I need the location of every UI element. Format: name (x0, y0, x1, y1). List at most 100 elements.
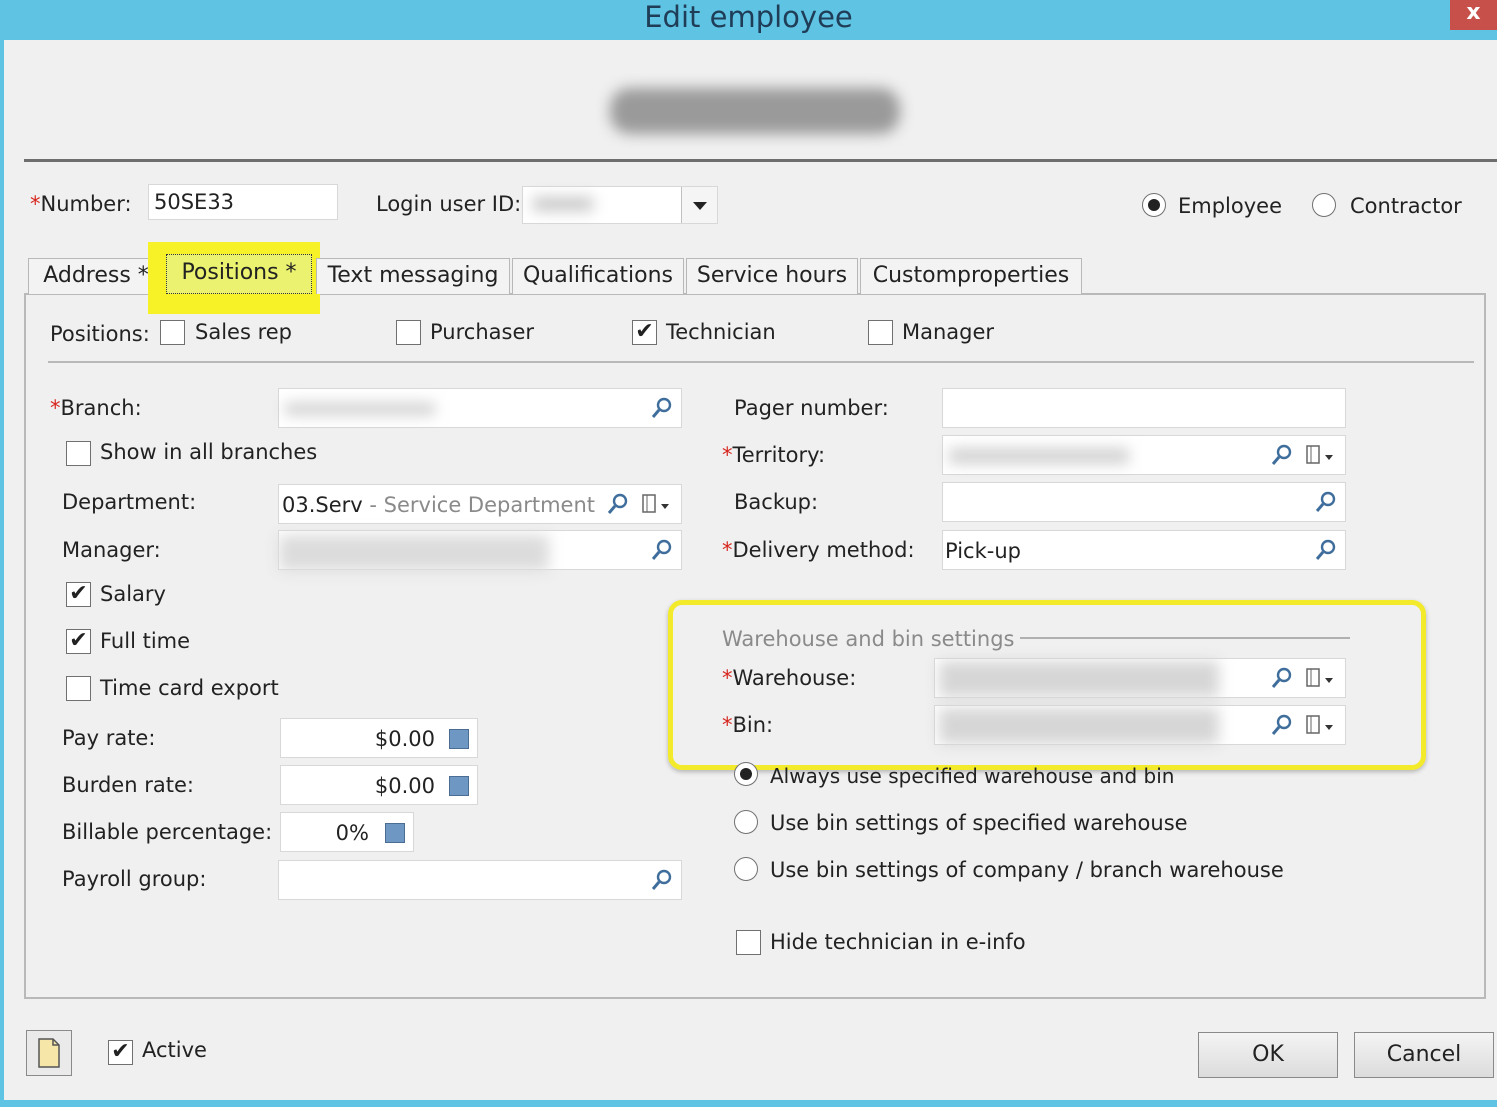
delivery-method-label: *Delivery method: (722, 538, 915, 562)
positions-label: Positions: (50, 322, 150, 346)
burden-rate-label: Burden rate: (62, 773, 194, 797)
bin-label: *Bin: (722, 713, 774, 737)
manager-position-label: Manager (902, 320, 995, 344)
active-checkbox[interactable]: ✔ (108, 1040, 133, 1065)
show-all-branches-checkbox[interactable] (66, 441, 91, 466)
tab-qualifications[interactable]: Qualifications (512, 258, 684, 294)
specified-warehouse-radio[interactable] (734, 810, 758, 834)
tab-positions[interactable]: Positions * (166, 254, 312, 294)
calculator-icon[interactable] (385, 823, 405, 843)
login-user-id-select[interactable] (522, 186, 718, 224)
technician-label: Technician (666, 320, 776, 344)
lookup-menu-icon[interactable] (1305, 714, 1341, 738)
manager-checkbox[interactable] (868, 320, 893, 345)
contractor-label: Contractor (1350, 194, 1462, 218)
warehouse-field[interactable] (934, 658, 1346, 698)
search-icon[interactable] (649, 867, 675, 893)
department-code: 03.Serv (282, 493, 363, 517)
pay-rate-value: $0.00 (374, 727, 435, 751)
search-icon[interactable] (605, 491, 631, 517)
warehouse-label: *Warehouse: (722, 666, 857, 690)
technician-checkbox[interactable]: ✔ (632, 320, 657, 345)
specified-warehouse-label: Use bin settings of specified warehouse (770, 811, 1188, 835)
delivery-method-field[interactable]: Pick-up (942, 530, 1346, 570)
tab-service-hours[interactable]: Service hours (686, 258, 858, 294)
tab-customproperties[interactable]: Customproperties (860, 258, 1082, 294)
delivery-method-value: Pick-up (945, 539, 1021, 563)
bin-value-blurred (939, 708, 1219, 744)
warehouse-group-title: Warehouse and bin settings (722, 627, 1015, 651)
backup-label: Backup: (734, 490, 819, 514)
pager-number-label: Pager number: (734, 396, 889, 420)
tab-text-messaging[interactable]: Text messaging (316, 258, 510, 294)
document-icon (38, 1038, 60, 1068)
search-icon[interactable] (649, 537, 675, 563)
header-divider (24, 159, 1497, 162)
purchaser-label: Purchaser (430, 320, 534, 344)
pager-number-field[interactable] (942, 388, 1346, 428)
notes-button[interactable] (26, 1030, 72, 1076)
positions-divider (48, 361, 1474, 363)
billable-percentage-value: 0% (335, 821, 369, 845)
warehouse-value-blurred (939, 661, 1219, 697)
hide-technician-checkbox[interactable] (736, 930, 761, 955)
number-field[interactable]: 50SE33 (148, 184, 338, 220)
salary-checkbox[interactable]: ✔ (66, 582, 91, 607)
show-all-branches-label: Show in all branches (100, 440, 318, 464)
backup-field[interactable] (942, 482, 1346, 522)
contractor-radio[interactable] (1312, 193, 1336, 217)
calculator-icon[interactable] (449, 776, 469, 796)
search-icon[interactable] (1269, 442, 1295, 468)
pay-rate-label: Pay rate: (62, 726, 156, 750)
time-card-export-checkbox[interactable] (66, 676, 91, 701)
number-label: *Number: (30, 192, 132, 216)
company-warehouse-label: Use bin settings of company / branch war… (770, 858, 1284, 882)
manager-value-blurred (279, 535, 549, 571)
dropdown-button[interactable] (681, 187, 717, 223)
ok-button[interactable]: OK (1198, 1032, 1338, 1078)
branch-value-blurred (285, 403, 435, 415)
lookup-menu-icon[interactable] (1305, 667, 1341, 691)
billable-percentage-field[interactable]: 0% (280, 812, 414, 852)
lookup-menu-icon[interactable] (1305, 444, 1341, 468)
branch-field[interactable] (278, 388, 682, 428)
login-value-blurred (533, 197, 593, 211)
burden-rate-value: $0.00 (374, 774, 435, 798)
manager-field[interactable] (278, 530, 682, 571)
chevron-down-icon (693, 202, 707, 210)
calculator-icon[interactable] (449, 729, 469, 749)
search-icon[interactable] (1313, 537, 1339, 563)
employee-label: Employee (1178, 194, 1283, 218)
login-user-id-label: Login user ID: (376, 192, 522, 216)
department-field[interactable]: 03.Serv - Service Department (278, 484, 682, 524)
window-title: Edit employee (644, 0, 853, 34)
payroll-group-label: Payroll group: (62, 867, 207, 891)
burden-rate-field[interactable]: $0.00 (280, 765, 478, 805)
payroll-group-field[interactable] (278, 860, 682, 900)
tab-address[interactable]: Address * (28, 258, 164, 294)
search-icon[interactable] (1269, 712, 1295, 738)
territory-field[interactable] (942, 435, 1346, 475)
department-name: - Service Department (362, 493, 596, 517)
sales-rep-label: Sales rep (195, 320, 292, 344)
sales-rep-checkbox[interactable] (160, 320, 185, 345)
territory-label: *Territory: (722, 443, 826, 467)
employee-radio[interactable] (1142, 193, 1166, 217)
lookup-menu-icon[interactable] (641, 493, 677, 517)
search-icon[interactable] (1269, 665, 1295, 691)
company-warehouse-radio[interactable] (734, 857, 758, 881)
close-button[interactable]: x (1450, 0, 1497, 30)
bin-field[interactable] (934, 705, 1346, 745)
always-use-radio[interactable] (734, 762, 758, 786)
cancel-button[interactable]: Cancel (1354, 1032, 1494, 1078)
pay-rate-field[interactable]: $0.00 (280, 718, 478, 758)
search-icon[interactable] (1313, 489, 1339, 515)
active-label: Active (142, 1038, 207, 1062)
always-use-label: Always use specified warehouse and bin (770, 764, 1175, 788)
salary-label: Salary (100, 582, 166, 606)
full-time-label: Full time (100, 629, 191, 653)
full-time-checkbox[interactable]: ✔ (66, 629, 91, 654)
warehouse-group-line (1020, 637, 1350, 639)
purchaser-checkbox[interactable] (396, 320, 421, 345)
search-icon[interactable] (649, 395, 675, 421)
